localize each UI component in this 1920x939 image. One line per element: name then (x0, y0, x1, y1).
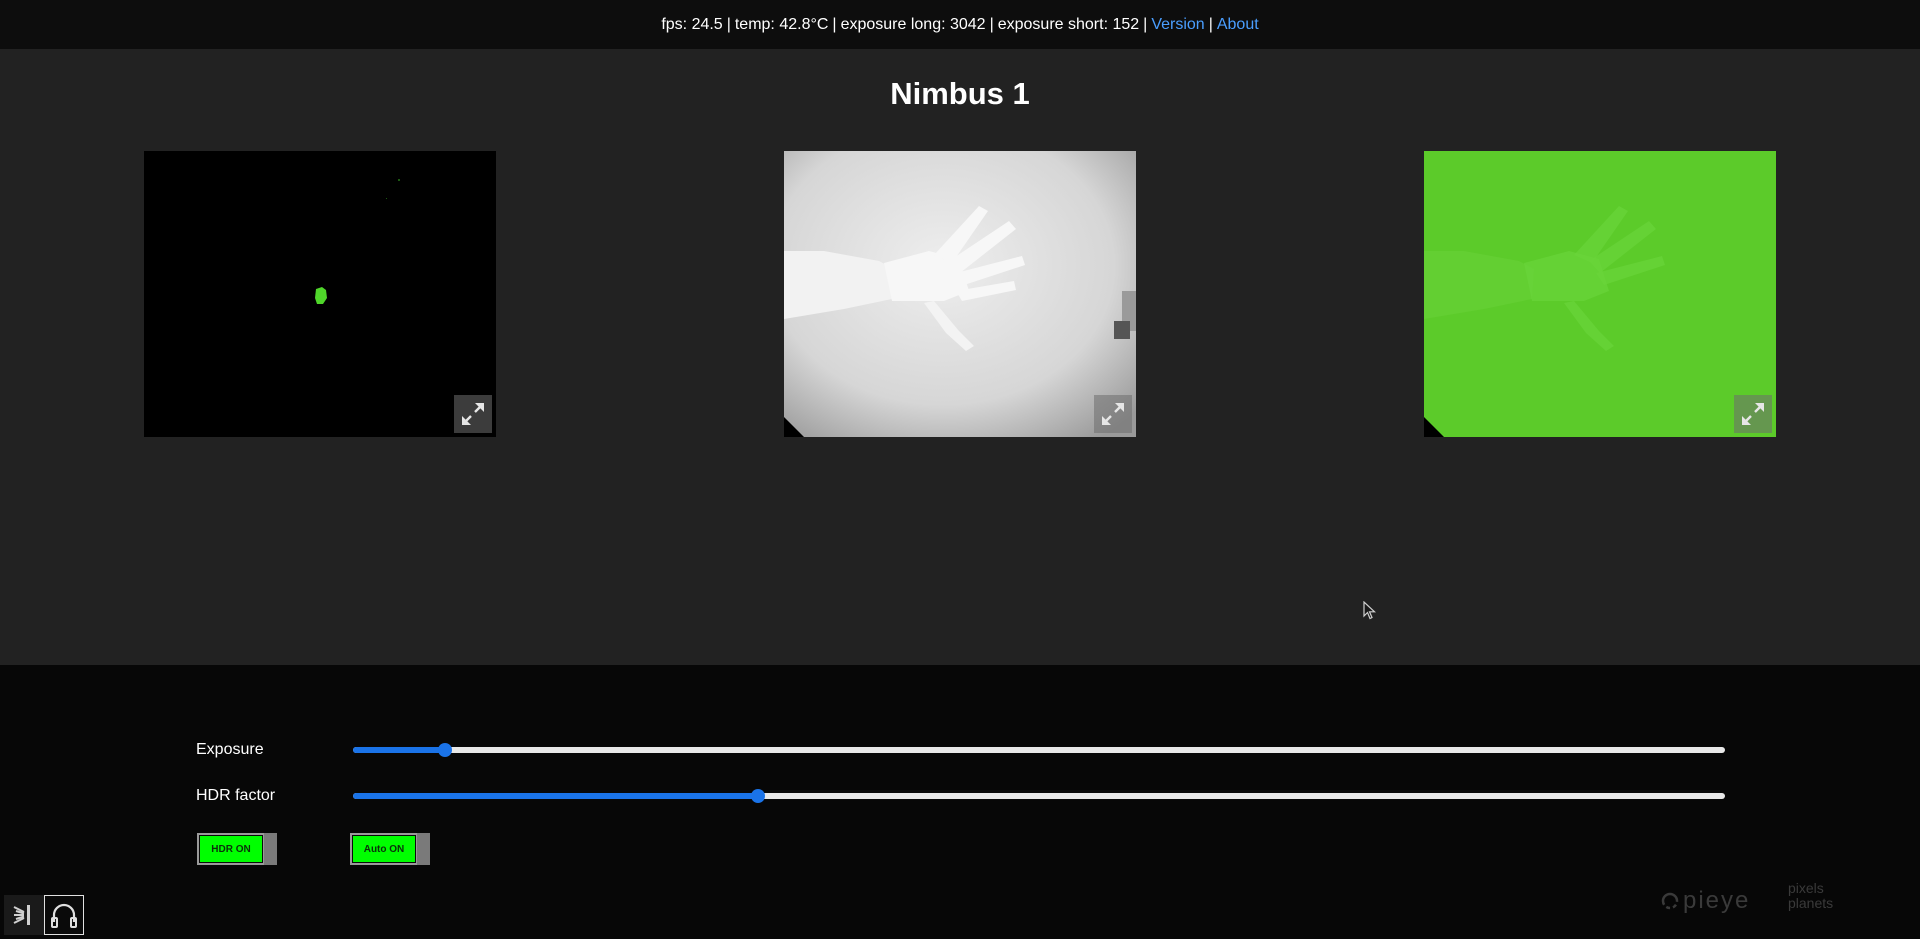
grayscale-camera-view (784, 151, 1136, 437)
separator: | (1208, 15, 1213, 33)
expand-button[interactable] (454, 395, 492, 433)
exposure-long-readout: exposure long: 3042 (840, 15, 986, 33)
green-overlay-image (1424, 151, 1776, 437)
hdr-factor-slider[interactable] (353, 789, 1725, 803)
auto-toggle-knob (417, 833, 430, 865)
pixels-planets-logo: pixels planets (1788, 881, 1833, 911)
expand-arrows-icon (1102, 403, 1124, 425)
exposure-slider[interactable] (353, 743, 1725, 757)
green-overlay-view (1424, 151, 1776, 437)
hdr-factor-slider-thumb[interactable] (750, 789, 765, 803)
light-mode-button[interactable] (4, 895, 44, 935)
pixels-planets-line1: pixels (1788, 880, 1824, 896)
headphones-button[interactable] (44, 895, 84, 935)
hdr-toggle-label: HDR ON (199, 835, 263, 863)
page-title: Nimbus 1 (890, 76, 1030, 111)
exposure-short-readout: exposure short: 152 (997, 15, 1140, 33)
version-link[interactable]: Version (1151, 16, 1204, 34)
auto-toggle-label: Auto ON (352, 835, 416, 863)
exposure-slider-thumb[interactable] (437, 743, 452, 757)
pixels-planets-line2: planets (1788, 895, 1834, 911)
separator: | (1143, 15, 1148, 33)
grayscale-image (784, 151, 1136, 437)
pieye-logo-icon (1661, 892, 1679, 910)
separator: | (832, 15, 837, 33)
pieye-logo: pieye (1660, 887, 1750, 915)
pieye-logo-text: pieye (1683, 887, 1751, 914)
expand-arrows-icon (1742, 403, 1764, 425)
controls-panel (0, 665, 1920, 939)
expand-button[interactable] (1094, 395, 1132, 433)
auto-toggle[interactable]: Auto ON (350, 833, 430, 865)
headphones-icon (51, 903, 77, 928)
separator: | (726, 15, 731, 33)
fps-readout: fps: 24.5 (661, 15, 723, 33)
expand-arrows-icon (462, 403, 484, 425)
mask-image (144, 151, 496, 437)
mask-view (144, 151, 496, 437)
mouse-cursor-icon (1363, 601, 1377, 620)
temp-readout: temp: 42.8°C (734, 15, 829, 33)
expand-button[interactable] (1734, 395, 1772, 433)
separator: | (989, 15, 994, 33)
main-area: Nimbus 1 (0, 49, 1920, 665)
hdr-toggle[interactable]: HDR ON (197, 833, 277, 865)
hdr-factor-label: HDR factor (196, 787, 276, 804)
exposure-label: Exposure (196, 741, 264, 758)
about-link[interactable]: About (1217, 16, 1259, 34)
hdr-factor-slider-fill (353, 793, 758, 799)
exposure-slider-fill (353, 747, 445, 753)
status-bar: fps: 24.5 | temp: 42.8°C | exposure long… (0, 0, 1920, 49)
light-rays-icon (13, 905, 30, 925)
hdr-toggle-knob (264, 833, 277, 865)
